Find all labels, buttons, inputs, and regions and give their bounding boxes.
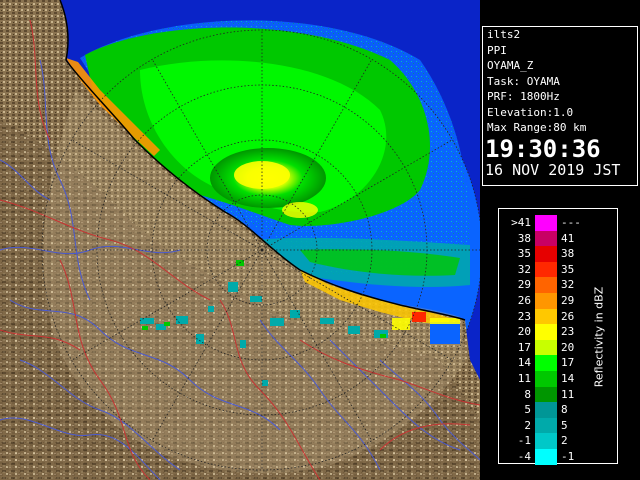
task-name: Task: OYAMA (487, 74, 560, 88)
legend-row: 26 29 (507, 292, 591, 309)
legend-low-label: 5 (524, 403, 531, 417)
legend-low-label: 2 (524, 418, 531, 432)
legend-high-label: 38 (561, 247, 575, 261)
coastal-echo-red (412, 312, 426, 322)
legend-low-label: >41 (511, 216, 531, 229)
legend-high-label: 5 (561, 418, 568, 432)
legend-high-label: 14 (561, 371, 575, 385)
legend-high-label: 32 (561, 278, 575, 292)
legend-row: 38 41 (507, 230, 591, 247)
legend-high-label: 23 (561, 325, 575, 339)
legend-low-label: -1 (517, 434, 531, 448)
legend-row: -1 2 (507, 433, 591, 449)
legend-high-label: 11 (561, 387, 575, 401)
legend-swatch (535, 402, 557, 418)
legend-row: >41 --- (507, 215, 591, 231)
legend-swatch (535, 277, 557, 293)
legend-low-label: 29 (517, 278, 531, 292)
legend-low-label: 23 (517, 309, 531, 323)
coastal-echo-bay-rim (430, 318, 460, 324)
legend-swatch (535, 261, 557, 278)
legend-row: 8 11 (507, 386, 591, 403)
legend-swatch (535, 386, 557, 403)
legend-row: 20 23 (507, 324, 591, 340)
legend-row: -4 -1 (507, 448, 591, 465)
legend-swatch (535, 417, 557, 434)
legend-low-label: -4 (517, 449, 531, 463)
legend-high-label: 8 (561, 403, 568, 417)
legend-row: 58 (507, 402, 591, 418)
legend-row: 25 (507, 417, 591, 434)
legend-low-label: 32 (517, 262, 531, 276)
legend-swatch (535, 433, 557, 449)
legend-swatch (535, 292, 557, 309)
max-range-value: Max Range:80 km (487, 121, 587, 134)
precipitation-core-east (282, 202, 318, 218)
legend-swatch (535, 246, 557, 262)
legend-low-label: 38 (517, 231, 531, 245)
legend-row: 23 26 (507, 308, 591, 325)
legend-low-label: 11 (517, 371, 531, 385)
legend-high-label: 26 (561, 309, 575, 323)
legend-low-label: 8 (524, 387, 531, 401)
legend-high-label: 35 (561, 262, 575, 276)
scan-date: 16 NOV 2019 JST (485, 160, 621, 179)
legend-swatch (535, 308, 557, 325)
legend-high-label: 17 (561, 356, 575, 370)
legend-row: 29 32 (507, 277, 591, 293)
side-panel: ilts2 PPI OYAMA_Z Task: OYAMA PRF: 1800H… (480, 0, 640, 480)
prf-value: PRF: 1800Hz (487, 90, 560, 103)
radar-name: OYAMA_Z (487, 59, 534, 72)
legend-swatch (535, 355, 557, 371)
legend-high-label: 41 (561, 231, 575, 245)
legend-row: 32 35 (507, 261, 591, 278)
legend-row: 11 14 (507, 370, 591, 387)
color-legend: >41 --- 38 41 35 38 32 35 29 32 26 29 23 26 20 23 17 20 14… (498, 208, 618, 465)
legend-title: Reflectivity in dBZ (592, 286, 606, 388)
info-panel: ilts2 PPI OYAMA_Z Task: OYAMA PRF: 1800H… (482, 26, 638, 186)
coastal-echo-bay (430, 322, 460, 344)
site-name: ilts2 (487, 28, 521, 41)
legend-rows: >41 --- 38 41 35 38 32 35 29 32 26 29 23 26 20 23 17 20 14… (507, 215, 591, 465)
legend-low-label: 20 (517, 325, 531, 339)
legend-swatch (535, 230, 557, 247)
legend-high-label: 29 (561, 293, 575, 307)
legend-swatch (535, 370, 557, 387)
legend-row: 14 17 (507, 355, 591, 371)
elevation-value: Elevation:1.0 (487, 105, 574, 119)
legend-swatch (535, 448, 557, 465)
legend-low-label: 35 (517, 247, 531, 261)
legend-swatch (535, 339, 557, 356)
legend-row: 35 38 (507, 246, 591, 262)
legend-high-label: 2 (561, 434, 568, 448)
legend-swatch (535, 215, 557, 231)
legend-swatch (535, 324, 557, 340)
legend-row: 17 20 (507, 339, 591, 356)
legend-high-label: 20 (561, 340, 575, 354)
product-type: PPI (487, 43, 507, 57)
radar-ppi-map[interactable] (0, 0, 480, 480)
legend-low-label: 17 (517, 340, 531, 354)
legend-low-label: 14 (517, 356, 531, 370)
legend-high-label: --- (561, 216, 581, 229)
legend-low-label: 26 (517, 293, 531, 307)
scan-time: 19:30:36 (485, 134, 601, 163)
legend-high-label: -1 (561, 449, 575, 463)
